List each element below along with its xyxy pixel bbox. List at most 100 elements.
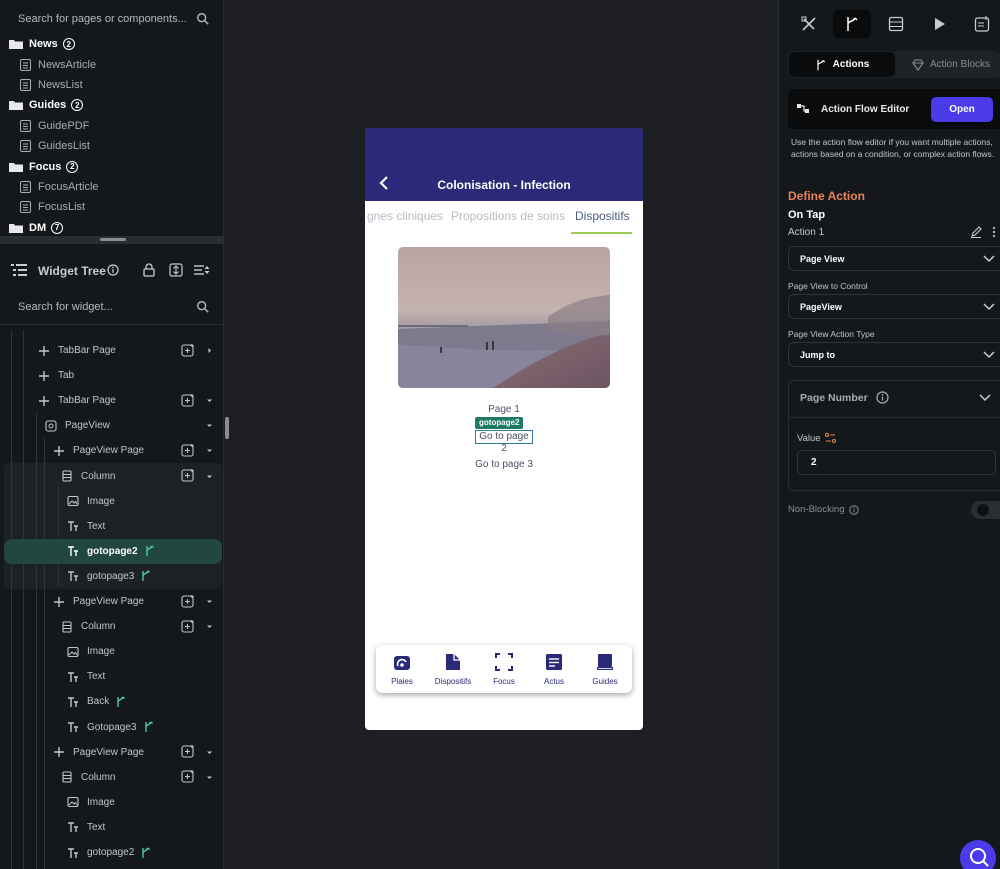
widget-search-input[interactable]: Search for widget...	[18, 301, 196, 313]
open-flow-editor-button[interactable]: Open	[931, 97, 993, 122]
edit-pencil-icon[interactable]	[970, 226, 982, 238]
add-widget-icon[interactable]	[181, 594, 195, 609]
tree-row[interactable]: PageView Page	[0, 740, 224, 765]
page-view-control-dropdown[interactable]: PageView	[788, 294, 1000, 319]
more-options-icon[interactable]	[992, 226, 996, 238]
page-label: NewsArticle	[38, 58, 97, 71]
page-search-bar[interactable]: Search for pages or components...	[4, 7, 218, 31]
animations-tab-button[interactable]	[920, 10, 958, 38]
tree-row[interactable]: Text	[0, 514, 224, 539]
properties-tab-button[interactable]	[790, 10, 828, 38]
tree-row[interactable]: PageView Page	[0, 438, 224, 463]
page-item[interactable]: NewsArticle	[0, 54, 224, 74]
tree-row[interactable]: Column	[0, 614, 224, 639]
folder-focus[interactable]: Focus 2	[0, 156, 224, 176]
tree-row[interactable]: gotopage3	[0, 564, 224, 589]
add-widget-icon[interactable]	[181, 393, 195, 408]
tree-row[interactable]: Gotopage3	[0, 715, 224, 740]
add-widget-icon[interactable]	[181, 443, 195, 458]
tab-signes-cliniques[interactable]: gnes cliniques	[367, 209, 443, 223]
tree-row[interactable]: Image	[0, 790, 224, 815]
folder-dm[interactable]: DM 7	[0, 218, 224, 238]
action-type-dropdown[interactable]: Page View	[788, 246, 1000, 271]
tree-row[interactable]: Tab	[0, 363, 224, 388]
scrollbar-thumb[interactable]	[225, 417, 229, 439]
tree-row[interactable]: TabBar Page	[0, 338, 224, 363]
caret-down-icon[interactable]	[206, 447, 213, 454]
info-icon[interactable]	[107, 264, 119, 276]
tree-row[interactable]: Image	[0, 639, 224, 664]
book-icon	[597, 654, 613, 670]
tree-row[interactable]: Column	[0, 765, 224, 790]
page-search-input[interactable]: Search for pages or components...	[18, 13, 196, 25]
tree-row[interactable]: Text	[0, 664, 224, 689]
page-item[interactable]: GuidePDF	[0, 116, 224, 136]
page-item[interactable]: NewsList	[0, 75, 224, 95]
lock-icon[interactable]	[143, 263, 155, 277]
add-widget-icon[interactable]	[181, 343, 195, 358]
page-number-value-input[interactable]: 2	[797, 450, 996, 475]
tree-row[interactable]: TabBar Page	[0, 388, 224, 413]
add-widget-icon[interactable]	[181, 619, 195, 634]
nav-item-focus[interactable]: Focus	[479, 653, 529, 686]
chevron-down-icon[interactable]	[979, 394, 991, 402]
tree-row[interactable]: PageView	[0, 413, 224, 438]
tab-dispositifs[interactable]: Dispositifs	[575, 209, 630, 223]
add-note-tab-button[interactable]	[963, 10, 1000, 38]
tab-action-blocks[interactable]: Action Blocks	[901, 52, 1000, 77]
info-icon[interactable]	[876, 391, 889, 404]
search-icon[interactable]	[196, 300, 210, 314]
widget-search-bar[interactable]: Search for widget...	[4, 295, 218, 319]
nav-item-guides[interactable]: Guides	[580, 653, 630, 686]
nav-item-dispositifs[interactable]: Dispositifs	[428, 653, 478, 686]
tree-row[interactable]: gotopage2	[4, 538, 222, 564]
page-view-action-type-dropdown[interactable]: Jump to	[788, 342, 1000, 367]
page-item[interactable]: FocusArticle	[0, 177, 224, 197]
caret-down-icon[interactable]	[206, 774, 213, 781]
search-icon[interactable]	[196, 12, 210, 26]
caret-down-icon[interactable]	[206, 422, 213, 429]
tab-actions[interactable]: Actions	[789, 52, 895, 77]
tree-row-label: Image	[87, 796, 115, 808]
tree-row[interactable]: Back	[0, 689, 224, 714]
caret-down-icon[interactable]	[206, 623, 213, 630]
add-widget-icon[interactable]	[181, 745, 195, 759]
caret-down-icon[interactable]	[206, 397, 213, 404]
page-number-header[interactable]: Page Number	[800, 391, 889, 404]
tree-row[interactable]: Text	[0, 815, 224, 840]
go-to-page-3-link[interactable]: Go to page 3	[365, 459, 643, 470]
focus-icon	[495, 653, 513, 671]
panel-divider[interactable]	[0, 236, 224, 244]
expand-collapse-icon[interactable]	[169, 263, 183, 277]
divider	[789, 417, 1000, 418]
tab-propositions-de-soins[interactable]: Propositions de soins	[451, 209, 565, 223]
tree-row[interactable]: gotopage2	[0, 840, 224, 865]
actions-tab-button[interactable]	[833, 10, 871, 38]
folder-news[interactable]: News 2	[0, 34, 224, 54]
page-item[interactable]: FocusList	[0, 197, 224, 217]
non-blocking-toggle[interactable]	[971, 501, 1000, 519]
tree-row[interactable]: Column	[0, 464, 224, 489]
caret-down-icon[interactable]	[206, 473, 213, 480]
variable-source-icon[interactable]	[824, 433, 836, 444]
tree-row[interactable]: PageView Page	[0, 589, 224, 614]
resize-handle[interactable]	[100, 238, 126, 241]
properties-toolbar	[779, 10, 1000, 38]
caret-down-icon[interactable]	[206, 749, 213, 756]
help-search-button[interactable]	[960, 840, 996, 869]
backend-query-tab-button[interactable]	[877, 10, 915, 38]
info-icon[interactable]	[848, 504, 859, 515]
add-widget-icon[interactable]	[181, 770, 195, 784]
tree-row[interactable]: Image	[0, 489, 224, 514]
caret-right-icon[interactable]	[206, 347, 213, 354]
folder-guides[interactable]: Guides 2	[0, 95, 224, 115]
add-widget-icon[interactable]	[181, 469, 195, 483]
sort-filter-icon[interactable]	[194, 264, 211, 276]
caret-down-icon[interactable]	[206, 598, 213, 605]
nav-item-plaies[interactable]: Plaies	[377, 653, 427, 686]
page-item[interactable]: GuidesList	[0, 136, 224, 156]
nav-item-actus[interactable]: Actus	[529, 653, 579, 686]
go-to-page-2-link[interactable]: Go to page 2	[475, 430, 533, 454]
search-icon	[970, 848, 989, 867]
tree-row-label: TabBar Page	[58, 395, 116, 407]
